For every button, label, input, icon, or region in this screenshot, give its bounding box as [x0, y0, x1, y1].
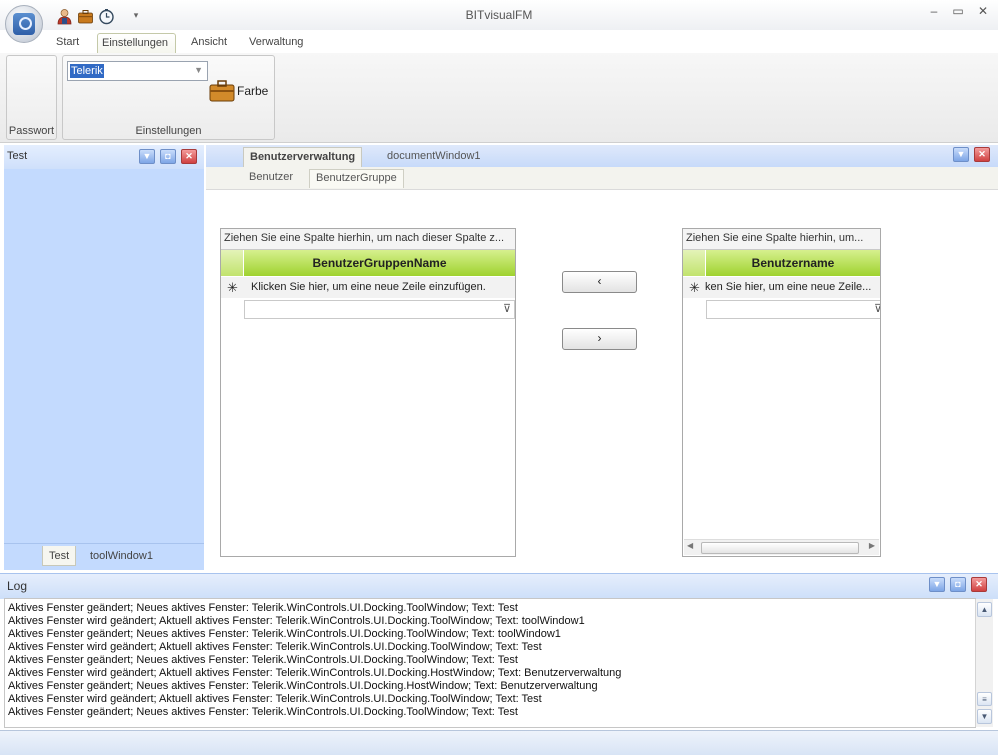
document-menu-button[interactable]: ▼ — [953, 147, 969, 162]
window-menu-button[interactable]: ▼ — [139, 149, 155, 164]
move-left-button[interactable]: ‹ — [562, 271, 637, 293]
filter-icon[interactable]: ⊽ — [503, 302, 511, 315]
pin-icon: ◘ — [955, 579, 961, 589]
subtab-benutzergruppe[interactable]: BenutzerGruppe — [309, 169, 404, 188]
user-icon[interactable] — [56, 8, 73, 25]
close-document-button[interactable]: ✕ — [974, 147, 990, 162]
group-panel-hint[interactable]: Ziehen Sie eine Spalte hierhin, um nach … — [221, 229, 515, 250]
theme-combobox[interactable]: Telerik ▼ — [67, 61, 208, 81]
application-menu-button[interactable] — [5, 5, 43, 43]
log-close-button[interactable]: ✕ — [971, 577, 987, 592]
tab-verwaltung[interactable]: Verwaltung — [245, 33, 307, 53]
column-header-benutzergruppenname[interactable]: BenutzerGruppenName — [244, 250, 515, 276]
log-line: Aktives Fenster wird geändert; Aktuell a… — [8, 693, 542, 705]
pin-button[interactable]: ◘ — [160, 149, 176, 164]
chevron-down-icon[interactable]: ▼ — [194, 65, 203, 75]
tab-toolwindow1[interactable]: toolWindow1 — [84, 546, 159, 566]
ribbon-group-label: Passwort — [8, 125, 55, 137]
ribbon-group-passwort: Passwort — [6, 55, 57, 140]
new-row-text: ken Sie hier, um eine neue Zeile... — [705, 281, 872, 293]
tool-window-title: Test — [7, 150, 28, 162]
horizontal-scrollbar[interactable]: ◀ ▶ — [684, 539, 879, 555]
tool-window-test — [4, 145, 204, 569]
benutzer-grid[interactable]: Ziehen Sie eine Spalte hierhin, um... Be… — [682, 228, 881, 557]
scroll-down-icon[interactable]: ▼ — [977, 709, 992, 724]
log-line: Aktives Fenster geändert; Neues aktives … — [8, 706, 518, 718]
log-window-header — [0, 573, 998, 599]
log-menu-button[interactable]: ▼ — [929, 577, 945, 592]
minimize-button[interactable]: – — [925, 4, 943, 20]
filter-row[interactable]: ⊽ — [706, 300, 880, 319]
scroll-up-icon[interactable]: ▲ — [977, 602, 992, 617]
chevron-down-icon: ▼ — [956, 149, 966, 159]
scroll-thumb[interactable]: ≡ — [977, 692, 992, 706]
chevron-down-icon: ▼ — [142, 151, 152, 161]
log-vertical-scrollbar[interactable]: ▲ ≡ ▼ — [975, 599, 993, 727]
log-line: Aktives Fenster geändert; Neues aktives … — [8, 602, 518, 614]
briefcase-icon[interactable] — [209, 79, 235, 103]
farbe-button[interactable]: Farbe — [237, 84, 268, 98]
log-line: Aktives Fenster wird geändert; Aktuell a… — [8, 667, 622, 679]
asterisk-icon: ✳ — [227, 280, 238, 295]
benutzergruppen-grid[interactable]: Ziehen Sie eine Spalte hierhin, um nach … — [220, 228, 516, 557]
chevron-down-icon: ▼ — [932, 579, 942, 589]
log-line: Aktives Fenster geändert; Neues aktives … — [8, 680, 598, 692]
theme-combobox-value: Telerik — [70, 64, 104, 78]
close-tool-window-button[interactable]: ✕ — [181, 149, 197, 164]
filter-row[interactable]: ⊽ — [244, 300, 515, 319]
log-line: Aktives Fenster wird geändert; Aktuell a… — [8, 615, 585, 627]
ribbon-group-label: Einstellungen — [135, 125, 202, 137]
subtab-benutzer[interactable]: Benutzer — [243, 169, 299, 188]
status-bar — [0, 730, 998, 755]
maximize-button[interactable]: ▭ — [949, 4, 967, 20]
move-right-button[interactable]: › — [562, 328, 637, 350]
tab-ansicht[interactable]: Ansicht — [187, 33, 231, 53]
tab-benutzerverwaltung[interactable]: Benutzerverwaltung — [243, 147, 363, 167]
tab-einstellungen[interactable]: Einstellungen — [97, 33, 176, 53]
close-icon: ✕ — [185, 151, 193, 161]
scroll-right-icon[interactable]: ▶ — [869, 541, 875, 550]
group-panel-hint[interactable]: Ziehen Sie eine Spalte hierhin, um... — [683, 229, 880, 250]
row-indicator-header — [683, 250, 705, 276]
close-icon: ✕ — [978, 149, 986, 159]
log-textbox[interactable]: Aktives Fenster geändert; Neues aktives … — [4, 598, 976, 728]
filter-icon[interactable]: ⊽ — [874, 302, 880, 315]
scroll-left-icon[interactable]: ◀ — [687, 541, 693, 550]
close-button[interactable]: ✕ — [974, 4, 992, 20]
scroll-thumb[interactable] — [701, 542, 859, 554]
log-line: Aktives Fenster geändert; Neues aktives … — [8, 654, 518, 666]
new-row-text: Klicken Sie hier, um eine neue Zeile ein… — [251, 281, 486, 293]
log-window-title: Log — [7, 579, 28, 593]
log-line: Aktives Fenster geändert; Neues aktives … — [8, 628, 561, 640]
new-row[interactable]: ✳ Klicken Sie hier, um eine neue Zeile e… — [221, 277, 515, 298]
close-icon: ✕ — [975, 579, 983, 589]
column-header-benutzername[interactable]: Benutzername — [706, 250, 880, 276]
app-logo-icon — [13, 13, 35, 35]
tab-test[interactable]: Test — [42, 546, 77, 566]
asterisk-icon: ✳ — [689, 280, 700, 295]
briefcase-icon[interactable] — [77, 8, 94, 25]
row-indicator-header — [221, 250, 243, 276]
log-line: Aktives Fenster wird geändert; Aktuell a… — [8, 641, 542, 653]
new-row[interactable]: ✳ ken Sie hier, um eine neue Zeile... — [683, 277, 880, 298]
qat-customize-icon[interactable]: ▾ — [130, 10, 142, 22]
log-pin-button[interactable]: ◘ — [950, 577, 966, 592]
pin-icon: ◘ — [165, 151, 171, 161]
tab-start[interactable]: Start — [52, 33, 83, 53]
tab-documentwindow1[interactable]: documentWindow1 — [381, 147, 487, 167]
window-title: BITvisualFM — [465, 8, 533, 22]
clock-icon[interactable] — [98, 8, 115, 25]
